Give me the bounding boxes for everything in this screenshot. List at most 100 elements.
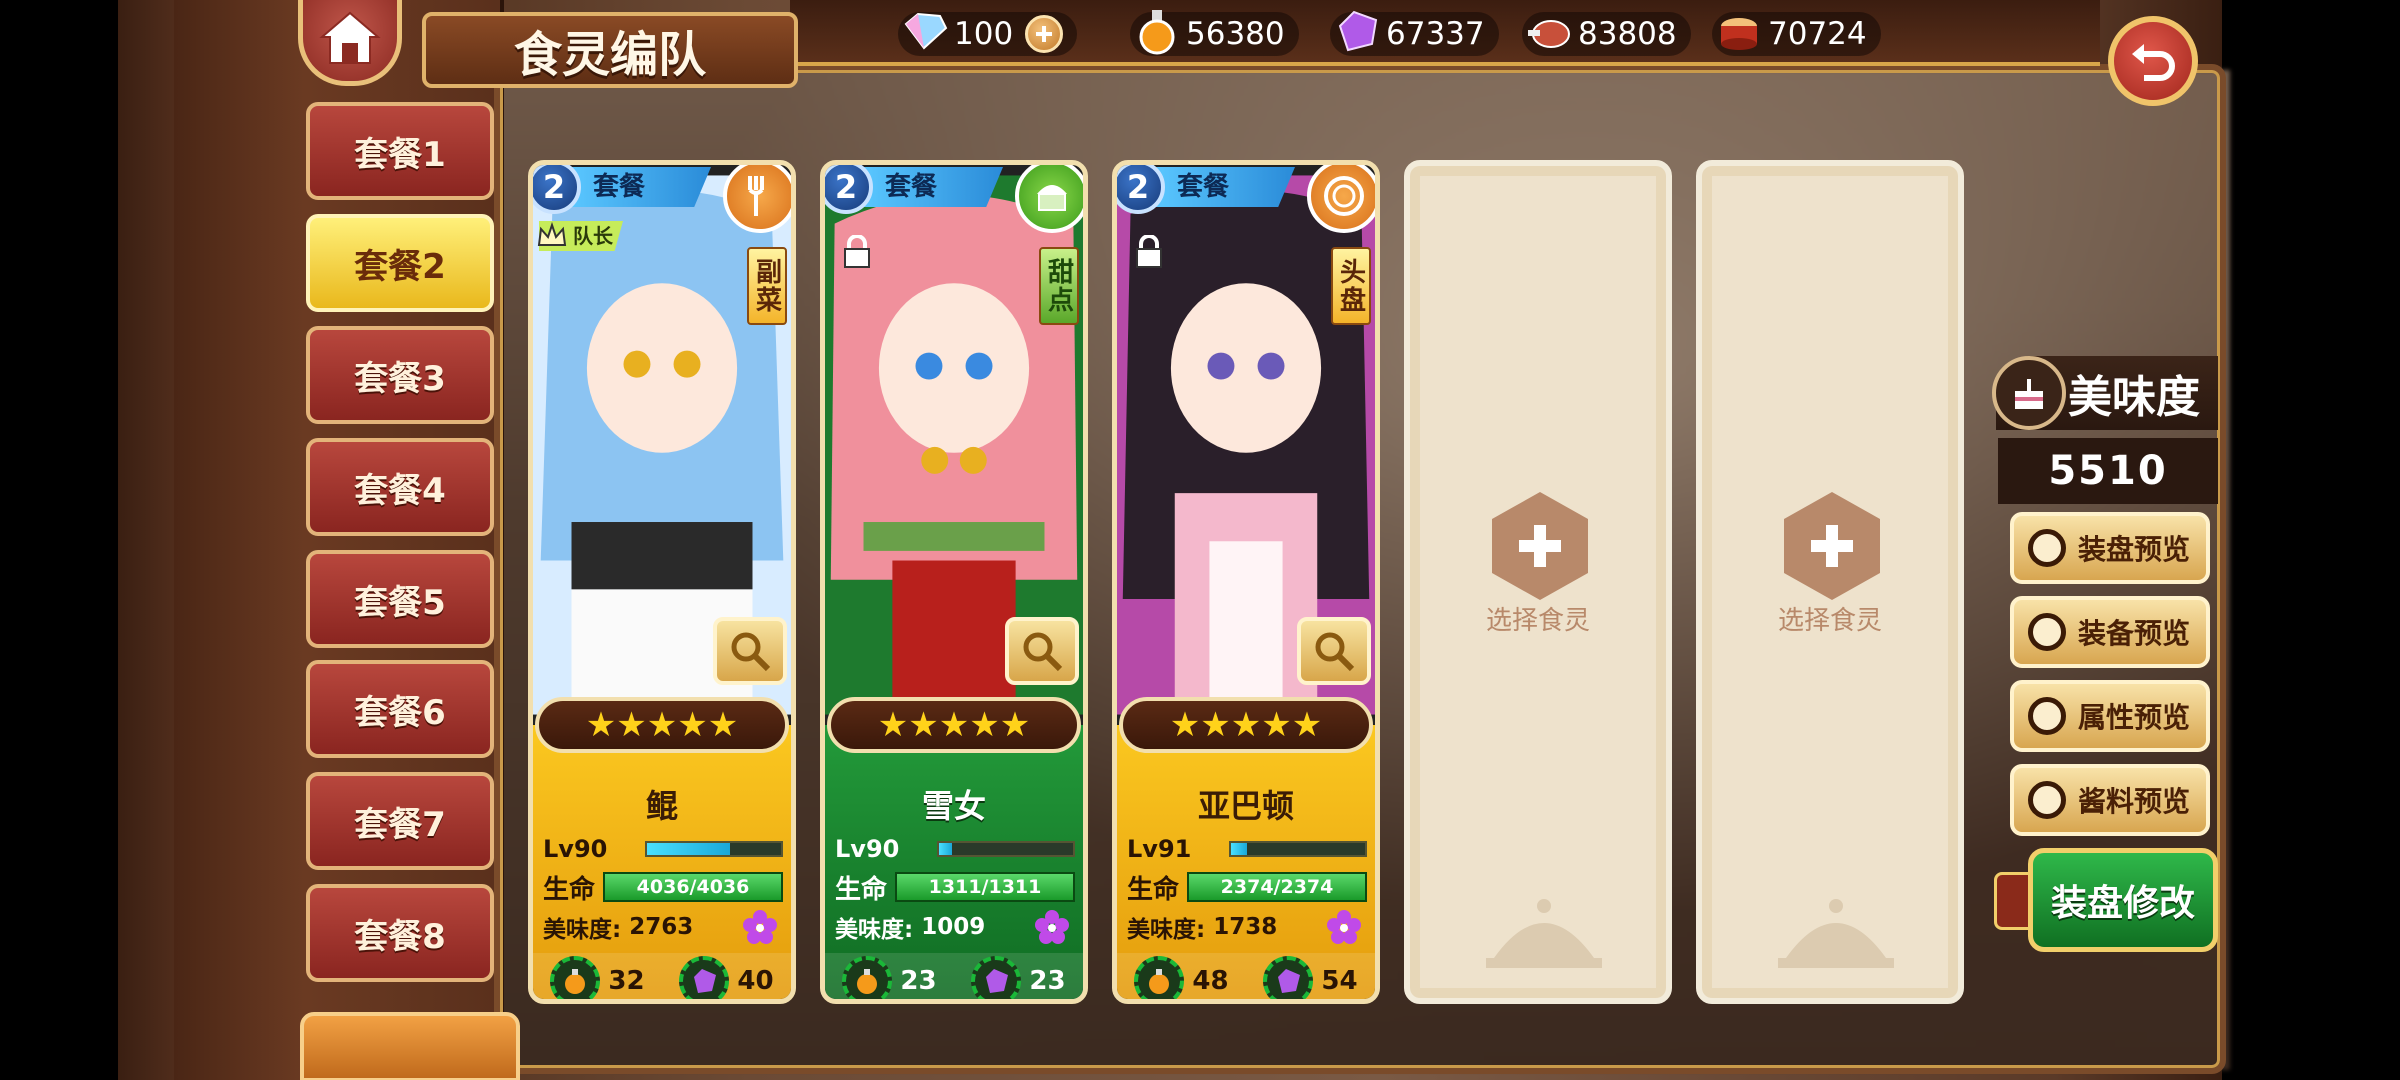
meat-value: 83808: [1578, 16, 1677, 52]
xp-fill: [1231, 843, 1248, 855]
meat-icon: [1528, 20, 1570, 48]
add-icon: [1492, 492, 1588, 600]
tab-set-8[interactable]: 套餐8: [306, 884, 494, 982]
hp-row: 生命 4036/4036: [543, 869, 783, 905]
dish-type-tag: 副菜: [747, 247, 787, 325]
food-soul-card-3[interactable]: 2 套餐 头盘 ★★★★★ 亚巴顿 Lv91 生命 2374/2374 美味度:…: [1112, 160, 1380, 1004]
page-title: 食灵编队: [422, 12, 798, 88]
purple-gem-icon: [971, 956, 1022, 999]
material-gem: 23: [971, 956, 1066, 999]
crown-icon: [537, 221, 567, 246]
taste-label: 美味度:: [1127, 917, 1206, 943]
material-gem: 54: [1263, 956, 1358, 999]
level-text: Lv90: [835, 835, 900, 863]
magnifier-icon: [1023, 632, 1063, 672]
tab-set-4[interactable]: 套餐4: [306, 438, 494, 536]
star-rating: ★★★★★: [827, 697, 1081, 753]
material-potion: 23: [842, 956, 937, 999]
back-button[interactable]: [2108, 16, 2198, 106]
resource-meat: 83808: [1522, 12, 1691, 56]
gem-count: 40: [737, 966, 774, 996]
set-badge: 2 套餐: [1117, 165, 1295, 214]
return-arrow-icon: [2132, 44, 2175, 81]
plate-icon: [1307, 165, 1375, 233]
xp-fill: [647, 843, 731, 855]
attribute-preview-button[interactable]: 属性预览: [2010, 680, 2210, 752]
set-badge: 2 套餐: [825, 165, 1003, 214]
tab-set-1[interactable]: 套餐1: [306, 102, 494, 200]
food-soul-card-2[interactable]: 2 套餐 甜点 ★★★★★ 雪女 Lv90 生命 1311/1311 美味度: …: [820, 160, 1088, 1004]
hp-row: 生命 2374/2374: [1127, 869, 1367, 905]
radio-circle: [2028, 529, 2066, 567]
material-gem: 40: [679, 956, 774, 999]
level-text: Lv91: [1127, 835, 1192, 863]
inspect-button[interactable]: [1005, 617, 1079, 685]
sakura-flower-icon: [1327, 910, 1361, 944]
button-label: 酱料预览: [2078, 785, 2191, 818]
xp-fill: [939, 843, 953, 855]
add-icon: [1784, 492, 1880, 600]
potion-flask-icon: [550, 956, 601, 999]
xp-bar: [1229, 841, 1367, 857]
card-info: 鲲 Lv90 生命 4036/4036 美味度: 2763 32 40: [533, 725, 791, 999]
tab-set-5[interactable]: 套餐5: [306, 550, 494, 648]
potion-count: 23: [900, 966, 937, 996]
sakura-flower-icon: [743, 910, 777, 944]
empty-slot-5[interactable]: 选择食灵: [1696, 160, 1964, 1004]
potion-flask-icon: [1139, 10, 1175, 55]
purple-gem-icon: [679, 956, 730, 999]
radio-circle: [2028, 697, 2066, 735]
purple-gem-icon: [1263, 956, 1314, 999]
equipment-preview-button[interactable]: 装备预览: [2010, 596, 2210, 668]
potion-flask-icon: [1134, 956, 1185, 999]
rainbow-crystal-icon: [904, 12, 948, 50]
potion-value: 56380: [1186, 16, 1285, 52]
potion-flask-icon: [842, 956, 893, 999]
food-soul-name: 亚巴顿: [1197, 787, 1294, 825]
food-soul-card-1[interactable]: 2 套餐 副菜 队长 ★★★★★ 鲲 Lv90 生命 4036/4036 美味度…: [528, 160, 796, 1004]
tab-set-3[interactable]: 套餐3: [306, 326, 494, 424]
gem-count: 23: [1029, 966, 1066, 996]
sauce-preview-button[interactable]: 酱料预览: [2010, 764, 2210, 836]
radio-circle: [2028, 613, 2066, 651]
gem-value: 67337: [1386, 16, 1485, 52]
resource-potion: 56380: [1130, 10, 1299, 56]
drum-value: 70724: [1768, 16, 1867, 52]
home-button[interactable]: [298, 0, 402, 86]
xp-bar: [937, 841, 1075, 857]
material-row: 32 40: [533, 953, 791, 999]
set-number: 2: [825, 165, 873, 214]
lock-icon: [1136, 235, 1162, 268]
inspect-button[interactable]: [713, 617, 787, 685]
crystal-value: 100: [954, 16, 1014, 52]
button-label: 属性预览: [2078, 701, 2191, 734]
cloche-icon: [1486, 899, 1602, 968]
drum-icon: [1721, 18, 1757, 50]
tab-scroll-edge: [300, 1012, 520, 1080]
material-row: 23 23: [825, 953, 1083, 999]
hp-label: 生命: [543, 874, 596, 905]
dish-type-tag: 甜点: [1039, 247, 1079, 325]
add-crystal-button[interactable]: [1025, 15, 1064, 53]
tab-set-2[interactable]: 套餐2: [306, 214, 494, 312]
cloche-icon: [1778, 899, 1894, 968]
material-row: 48 54: [1117, 953, 1375, 999]
taste-total: 5510: [1998, 438, 2218, 504]
magnifier-icon: [731, 632, 771, 672]
fork-icon: [723, 165, 791, 233]
set-label: 套餐: [863, 167, 1003, 207]
taste-value: 2763: [629, 914, 694, 940]
plating-preview-button[interactable]: 装盘预览: [2010, 512, 2210, 584]
empty-slot-4[interactable]: 选择食灵: [1404, 160, 1672, 1004]
set-number: 2: [1117, 165, 1165, 214]
lock-icon: [844, 235, 870, 268]
radio-circle: [2028, 781, 2066, 819]
tab-set-7[interactable]: 套餐7: [306, 772, 494, 870]
cake-icon: [1015, 165, 1083, 233]
hp-bar: 4036/4036: [603, 872, 783, 902]
modify-plating-button[interactable]: 装盘修改: [2028, 848, 2218, 952]
hp-row: 生命 1311/1311: [835, 869, 1075, 905]
tab-set-6[interactable]: 套餐6: [306, 660, 494, 758]
inspect-button[interactable]: [1297, 617, 1371, 685]
purple-gem-icon: [1338, 10, 1378, 52]
